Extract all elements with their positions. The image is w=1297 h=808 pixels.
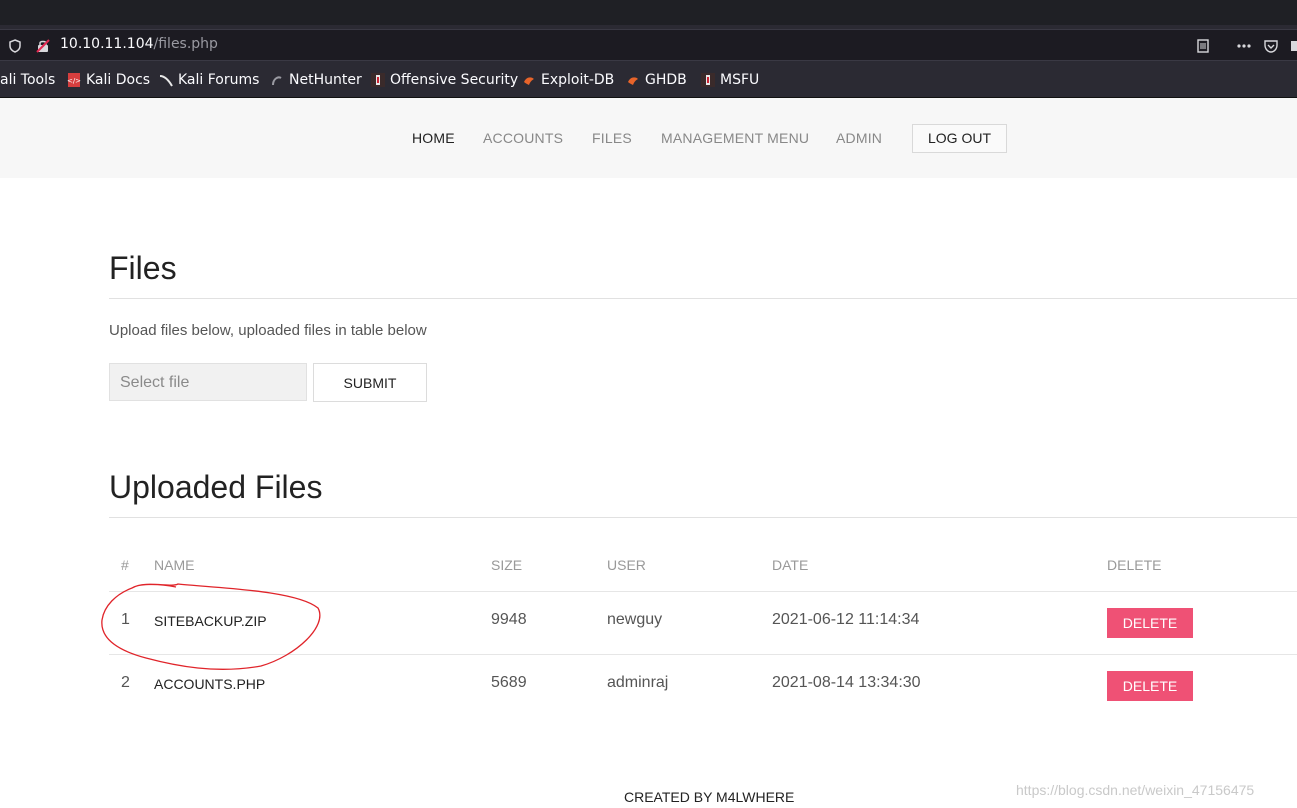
bookmark-label: GHDB xyxy=(645,72,687,88)
cell-size: 5689 xyxy=(491,674,527,691)
cell-file-name[interactable]: ACCOUNTS.PHP xyxy=(154,676,265,692)
divider xyxy=(109,298,1297,299)
cell-size: 9948 xyxy=(491,611,527,628)
header-delete: DELETE xyxy=(1107,557,1162,573)
browser-tab-strip xyxy=(0,0,1297,25)
divider xyxy=(109,517,1297,518)
upload-instructions: Upload files below, uploaded files in ta… xyxy=(109,322,427,339)
header-number: # xyxy=(121,557,129,573)
ghdb-icon xyxy=(626,73,640,87)
bookmark-label: MSFU xyxy=(720,72,760,88)
bookmark-kali-tools[interactable]: ali Tools xyxy=(0,72,55,88)
bookmark-label: Exploit-DB xyxy=(541,72,615,88)
cell-user: adminraj xyxy=(607,674,669,691)
bookmark-exploit-db[interactable]: Exploit-DB xyxy=(522,72,614,88)
nav-admin[interactable]: ADMIN xyxy=(836,130,882,146)
files-heading: Files xyxy=(109,250,177,286)
logout-button[interactable]: LOG OUT xyxy=(912,124,1007,153)
kali-forums-icon xyxy=(159,73,173,87)
delete-button[interactable]: DELETE xyxy=(1107,608,1193,638)
offsec-icon xyxy=(371,73,385,87)
header-name: NAME xyxy=(154,557,195,573)
url-text[interactable]: 10.10.11.104/files.php xyxy=(60,36,218,52)
nav-home[interactable]: HOME xyxy=(412,130,455,146)
insecure-lock-icon[interactable] xyxy=(36,39,50,53)
cell-date: 2021-06-12 11:14:34 xyxy=(772,611,920,628)
bookmark-offensive-security[interactable]: Offensive Security xyxy=(371,72,518,88)
bookmark-kali-docs[interactable]: </> Kali Docs xyxy=(67,72,150,88)
pocket-icon[interactable] xyxy=(1264,39,1278,53)
red-annotation-circle xyxy=(101,583,321,670)
file-select-input[interactable]: Select file xyxy=(109,363,307,401)
more-actions-icon[interactable] xyxy=(1236,39,1251,53)
bookmark-label: Kali Forums xyxy=(178,72,260,88)
url-path: /files.php xyxy=(153,36,218,52)
bookmark-label: Offensive Security xyxy=(390,72,519,88)
extensions-icon[interactable] xyxy=(1288,39,1297,53)
watermark-text: https://blog.csdn.net/weixin_47156475 xyxy=(1016,782,1255,798)
cell-user: newguy xyxy=(607,611,663,628)
address-bar[interactable]: 10.10.11.104/files.php xyxy=(0,29,1297,61)
uploaded-files-heading: Uploaded Files xyxy=(109,469,323,505)
shield-icon[interactable] xyxy=(8,39,22,53)
svg-text:</>: </> xyxy=(67,77,81,85)
kali-docs-icon: </> xyxy=(67,73,81,87)
browser-toolbar: 10.10.11.104/files.php xyxy=(0,25,1297,63)
submit-button[interactable]: SUBMIT xyxy=(313,363,427,402)
bookmark-nethunter[interactable]: NetHunter xyxy=(270,72,362,88)
bookmark-label: NetHunter xyxy=(289,72,362,88)
nav-accounts[interactable]: ACCOUNTS xyxy=(483,130,563,146)
bookmark-msfu[interactable]: MSFU xyxy=(701,72,759,88)
header-user: USER xyxy=(607,557,646,573)
bookmark-label: Kali Docs xyxy=(86,72,151,88)
nav-management-menu[interactable]: MANAGEMENT MENU xyxy=(661,130,809,146)
bookmark-kali-forums[interactable]: Kali Forums xyxy=(159,72,259,88)
bookmark-ghdb[interactable]: GHDB xyxy=(626,72,687,88)
nethunter-icon xyxy=(270,73,284,87)
footer-credit: CREATED BY M4LWHERE xyxy=(624,789,795,805)
cell-number: 2 xyxy=(121,674,130,691)
nav-files[interactable]: FILES xyxy=(592,130,632,146)
reader-view-icon[interactable] xyxy=(1196,39,1210,53)
cell-date: 2021-08-14 13:34:30 xyxy=(772,674,921,691)
site-navigation: HOME ACCOUNTS FILES MANAGEMENT MENU ADMI… xyxy=(0,98,1297,178)
exploitdb-icon xyxy=(522,73,536,87)
bookmarks-toolbar: ali Tools </> Kali Docs Kali Forums NetH… xyxy=(0,63,1297,98)
delete-button[interactable]: DELETE xyxy=(1107,671,1193,701)
header-date: DATE xyxy=(772,557,809,573)
bookmark-label: ali Tools xyxy=(0,72,56,88)
msfu-icon xyxy=(701,73,715,87)
url-host: 10.10.11.104 xyxy=(60,36,154,52)
header-size: SIZE xyxy=(491,557,523,573)
